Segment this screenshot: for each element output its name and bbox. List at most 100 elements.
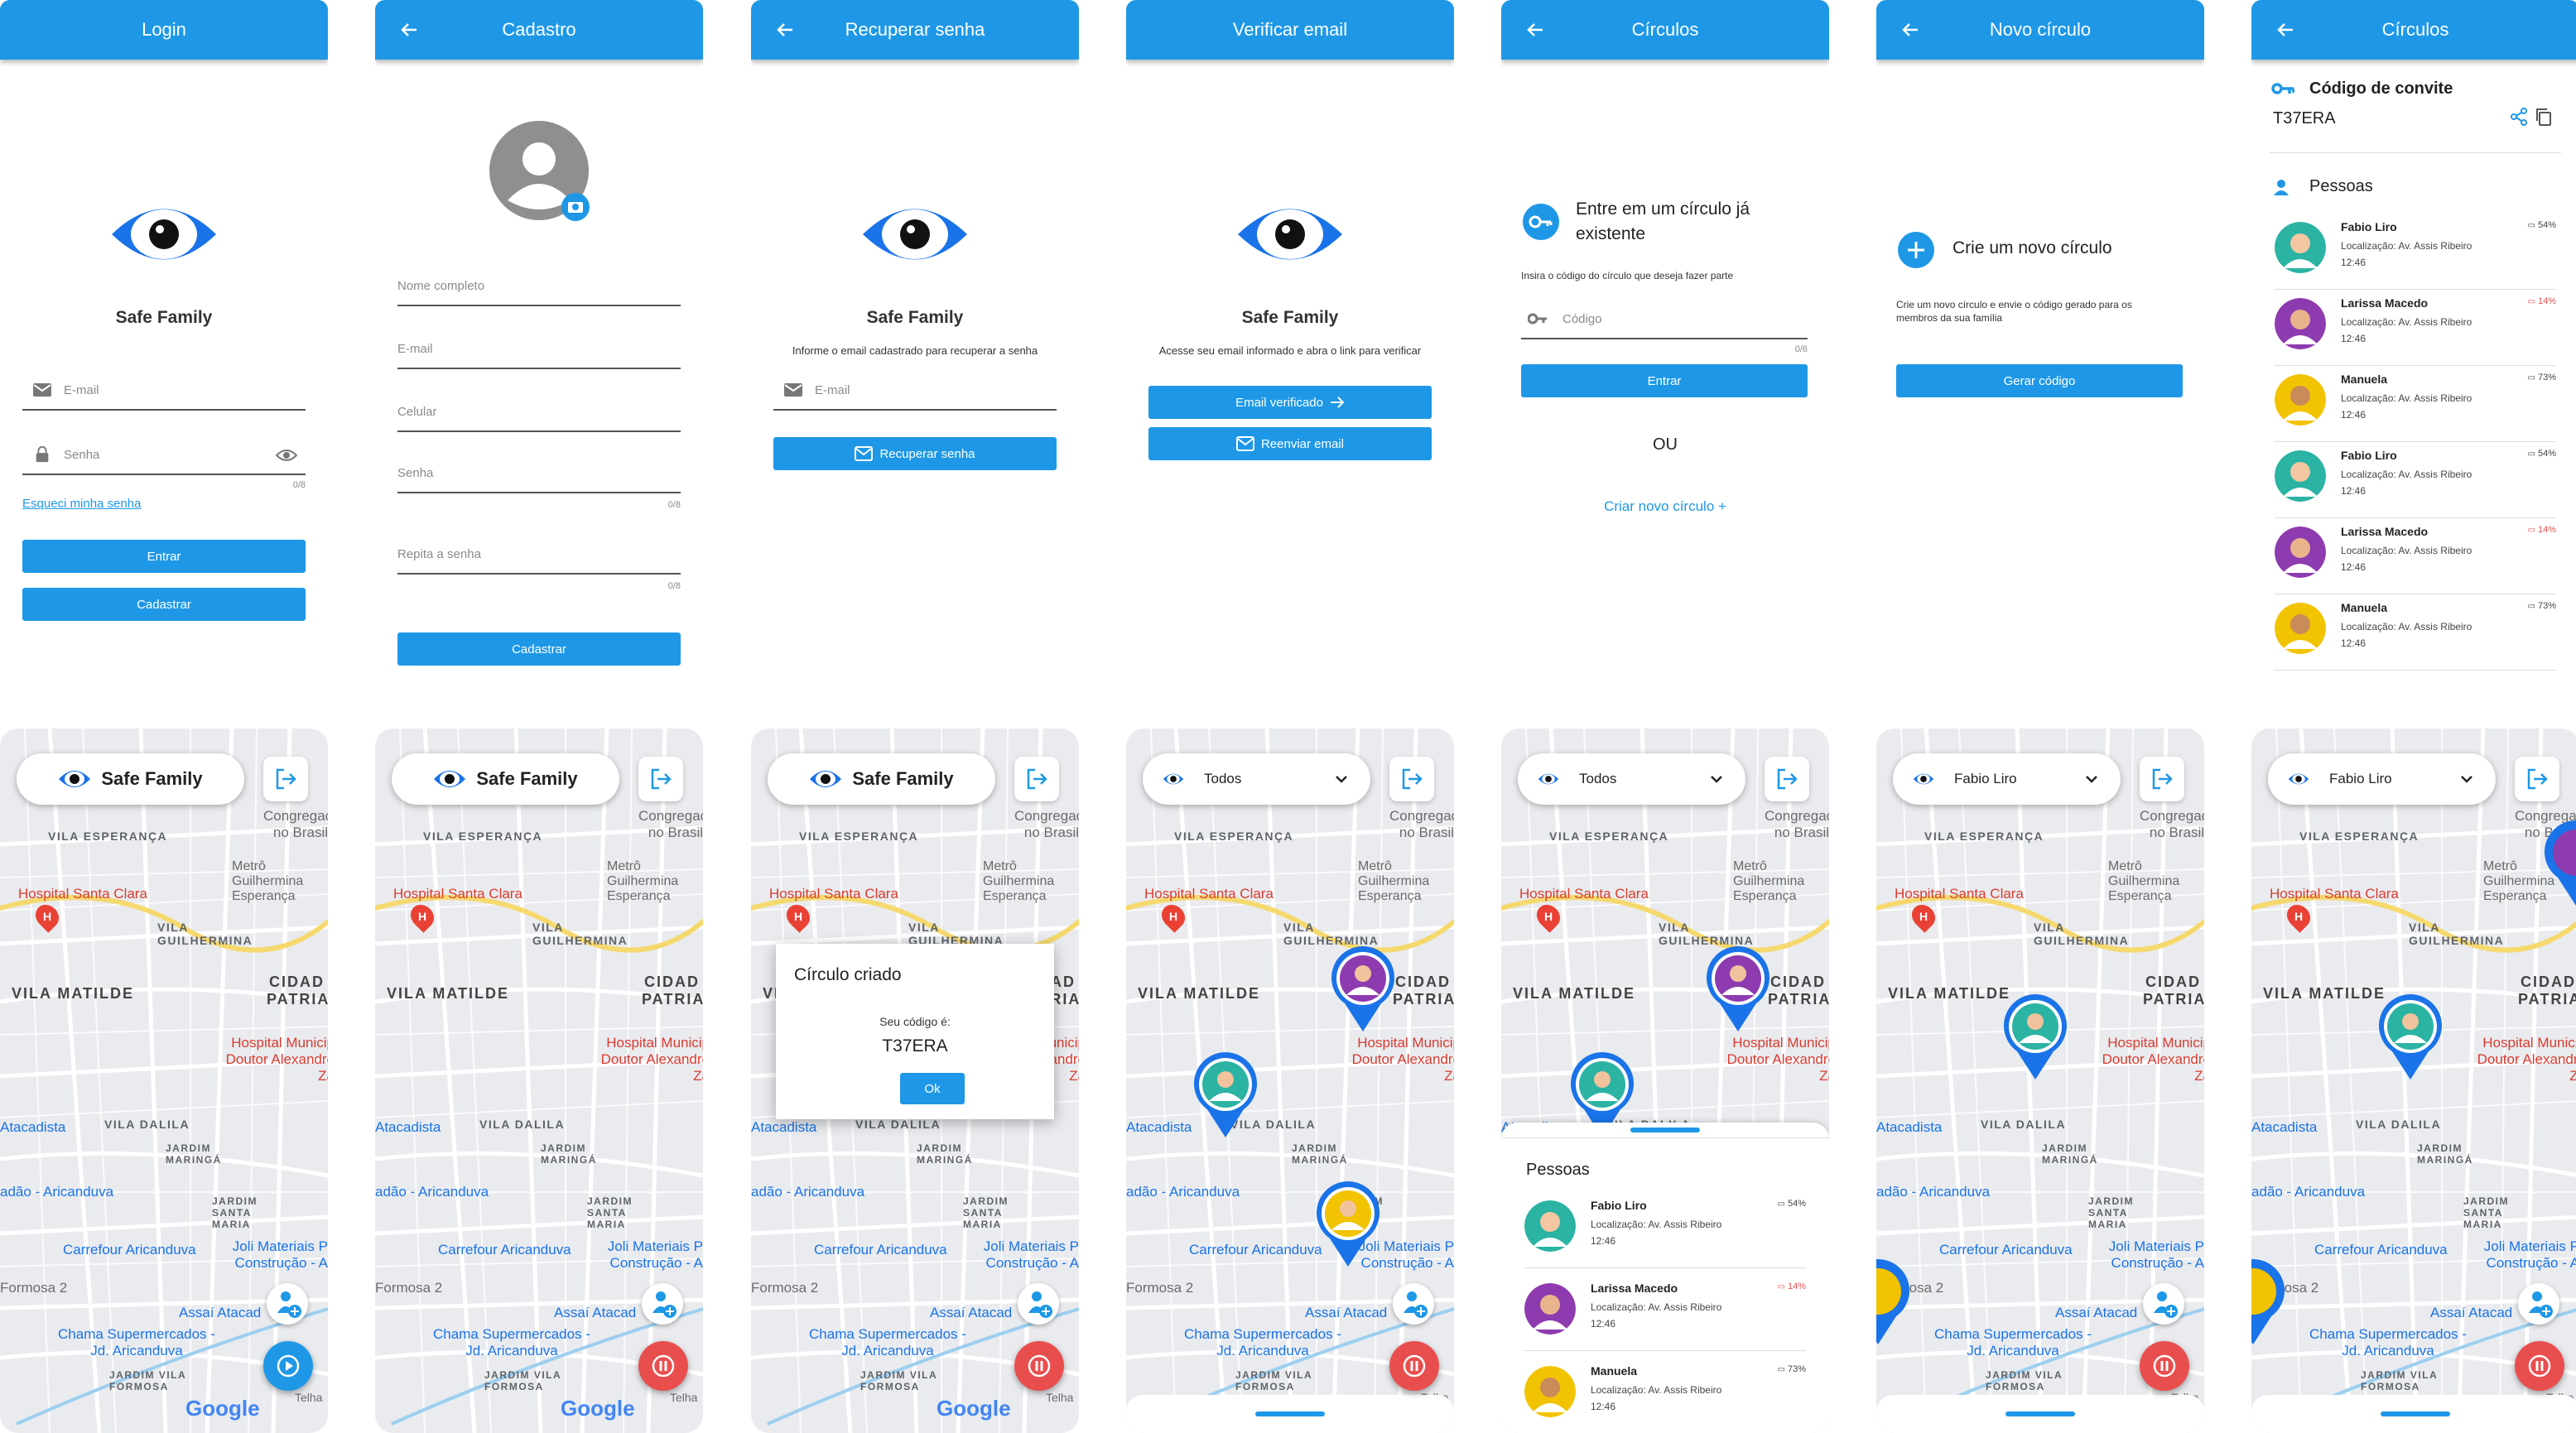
register-submit-button[interactable]: Cadastrar	[397, 632, 681, 666]
person-row[interactable]: Larissa Macedo Localização: Av. Assis Rib…	[2275, 518, 2556, 594]
back-arrow-icon[interactable]	[2273, 17, 2298, 42]
pause-icon	[2153, 1354, 2176, 1378]
avatar	[2275, 374, 2326, 426]
logout-button[interactable]	[1389, 757, 1434, 801]
pause-tracking-button[interactable]	[1389, 1341, 1439, 1391]
logout-icon	[2152, 768, 2173, 790]
person-map-pin-icon[interactable]	[2541, 820, 2576, 906]
password-field[interactable]: Senha	[397, 452, 681, 493]
email-field[interactable]: E-mail	[22, 369, 306, 411]
person-map-pin-icon[interactable]	[1191, 1051, 1260, 1137]
password-field[interactable]: Senha	[22, 434, 306, 475]
add-person-button[interactable]	[267, 1283, 308, 1325]
add-person-icon	[1028, 1291, 1052, 1318]
map-view[interactable]: VILA ESPERANÇA VILA GUILHERMINA VILA MAT…	[2251, 729, 2576, 1433]
person-map-pin-icon[interactable]	[2376, 993, 2445, 1080]
person-location: Localização: Av. Assis Ribeiro	[2341, 240, 2472, 252]
person-filter-dropdown[interactable]: Todos	[1143, 753, 1370, 805]
person-map-pin-icon[interactable]	[2001, 993, 2070, 1080]
person-row[interactable]: Fabio Liro Localização: Av. Assis Ribeiro…	[1524, 1192, 1806, 1268]
back-arrow-icon[interactable]	[1523, 17, 1548, 42]
phone-field[interactable]: Celular	[397, 391, 681, 432]
map-poi: Hospital Santa Clara	[2270, 886, 2399, 902]
repeat-password-field[interactable]: Repita a senha	[397, 533, 681, 575]
person-map-pin-icon[interactable]	[1313, 1181, 1383, 1267]
visibility-icon[interactable]	[276, 447, 297, 464]
password-placeholder: Senha	[397, 466, 434, 480]
forgot-password-link[interactable]: Esqueci minha senha	[22, 497, 141, 511]
copy-icon[interactable]	[2535, 108, 2553, 126]
back-arrow-icon[interactable]	[773, 17, 797, 42]
person-row[interactable]: Fabio Liro Localização: Av. Assis Ribeiro…	[2275, 214, 2556, 290]
pause-tracking-button[interactable]	[638, 1341, 688, 1391]
logout-button[interactable]	[2140, 757, 2184, 801]
person-filter-dropdown[interactable]: Fabio Liro	[2268, 753, 2496, 805]
map-label: JARDIM SANTA MARIA	[963, 1195, 1009, 1230]
dialog-ok-button[interactable]: Ok	[900, 1073, 965, 1104]
add-person-button[interactable]	[1393, 1283, 1434, 1325]
pause-tracking-button[interactable]	[2515, 1341, 2564, 1391]
add-person-button[interactable]	[2143, 1283, 2184, 1325]
back-arrow-icon[interactable]	[397, 17, 421, 42]
map-label: VILA MATILDE	[387, 985, 509, 1002]
email-verified-button[interactable]: Email verificado	[1148, 386, 1432, 419]
pause-tracking-button[interactable]	[1014, 1341, 1064, 1391]
logout-button[interactable]	[263, 757, 308, 801]
logout-button[interactable]	[1765, 757, 1809, 801]
person-filter-dropdown[interactable]: Fabio Liro	[1893, 753, 2121, 805]
email-field[interactable]: E-mail	[397, 328, 681, 369]
add-person-button[interactable]	[2518, 1283, 2559, 1325]
email-field[interactable]: E-mail	[773, 369, 1057, 411]
back-arrow-icon[interactable]	[1898, 17, 1923, 42]
enter-button[interactable]: Entrar	[22, 540, 306, 573]
logout-button[interactable]	[1014, 757, 1059, 801]
recover-button[interactable]: Recuperar senha	[773, 437, 1057, 470]
map-view[interactable]: VILA ESPERANÇA VILA GUILHERMINA VILA MAT…	[1126, 729, 1454, 1433]
share-icon[interactable]	[2510, 108, 2528, 126]
person-row[interactable]: Fabio Liro Localização: Av. Assis Ribeiro…	[2275, 442, 2556, 518]
register-button[interactable]: Cadastrar	[22, 588, 306, 621]
join-enter-button[interactable]: Entrar	[1521, 364, 1808, 397]
pause-tracking-button[interactable]	[2140, 1341, 2189, 1391]
person-row[interactable]: Larissa Macedo Localização: Av. Assis Rib…	[1524, 1275, 1806, 1351]
resend-email-button[interactable]: Reenviar email	[1148, 427, 1432, 460]
map-poi: Joli Materiais P Construção - A	[2483, 1238, 2576, 1271]
map-view[interactable]: VILA ESPERANÇA VILA GUILHERMINA VILA MAT…	[0, 729, 328, 1433]
avatar-placeholder-icon[interactable]	[489, 121, 594, 225]
person-map-pin-icon[interactable]	[1703, 945, 1773, 1031]
add-person-button[interactable]	[642, 1283, 683, 1325]
person-row[interactable]: Manuela Localização: Av. Assis Ribeiro 12:…	[2275, 366, 2556, 442]
map-view[interactable]: VILA ESPERANÇA VILA GUILHERMINA VILA MAT…	[375, 729, 703, 1433]
app-header-pill: Safe Family	[392, 753, 619, 805]
sheet-handle[interactable]	[1630, 1128, 1700, 1132]
person-map-pin-icon[interactable]	[1328, 945, 1398, 1031]
logout-icon	[276, 768, 296, 790]
sheet-handle[interactable]	[1255, 1411, 1325, 1416]
person-row[interactable]: Manuela Localização: Av. Assis Ribeiro 12:…	[1524, 1358, 1806, 1433]
map-poi: Atacadista	[375, 1119, 441, 1135]
eye-logo-icon	[1163, 773, 1184, 785]
battery-icon: ▭ 73%	[2527, 601, 2556, 611]
email-verified-label: Email verificado	[1235, 395, 1323, 410]
start-tracking-button[interactable]	[263, 1341, 313, 1391]
map-label: JARDIM SANTA MARIA	[587, 1195, 633, 1230]
name-field[interactable]: Nome completo	[397, 265, 681, 306]
code-field[interactable]: Código	[1521, 298, 1808, 339]
person-row[interactable]: Manuela Localização: Av. Assis Ribeiro 12:…	[2275, 594, 2556, 671]
generate-code-button[interactable]: Gerar código	[1896, 364, 2183, 397]
person-name: Fabio Liro	[2341, 220, 2397, 233]
map-label: VILA MATILDE	[1513, 985, 1635, 1002]
sheet-handle[interactable]	[2005, 1411, 2075, 1416]
person-row[interactable]: Larissa Macedo Localização: Av. Assis Rib…	[2275, 290, 2556, 366]
password-placeholder: Senha	[64, 448, 100, 462]
map-view[interactable]: VILA ESPERANÇA VILA GUILHERMINA VILA MAT…	[1876, 729, 2204, 1433]
add-person-button[interactable]	[1018, 1283, 1059, 1325]
person-map-pin-icon[interactable]	[2251, 1258, 2288, 1344]
logout-button[interactable]	[2515, 757, 2559, 801]
sheet-handle[interactable]	[2381, 1411, 2450, 1416]
person-map-pin-icon[interactable]	[1876, 1258, 1913, 1344]
person-time: 12:46	[2341, 333, 2367, 344]
person-filter-dropdown[interactable]: Todos	[1518, 753, 1745, 805]
create-circle-link[interactable]: Criar novo círculo +	[1501, 498, 1829, 515]
logout-button[interactable]	[638, 757, 683, 801]
